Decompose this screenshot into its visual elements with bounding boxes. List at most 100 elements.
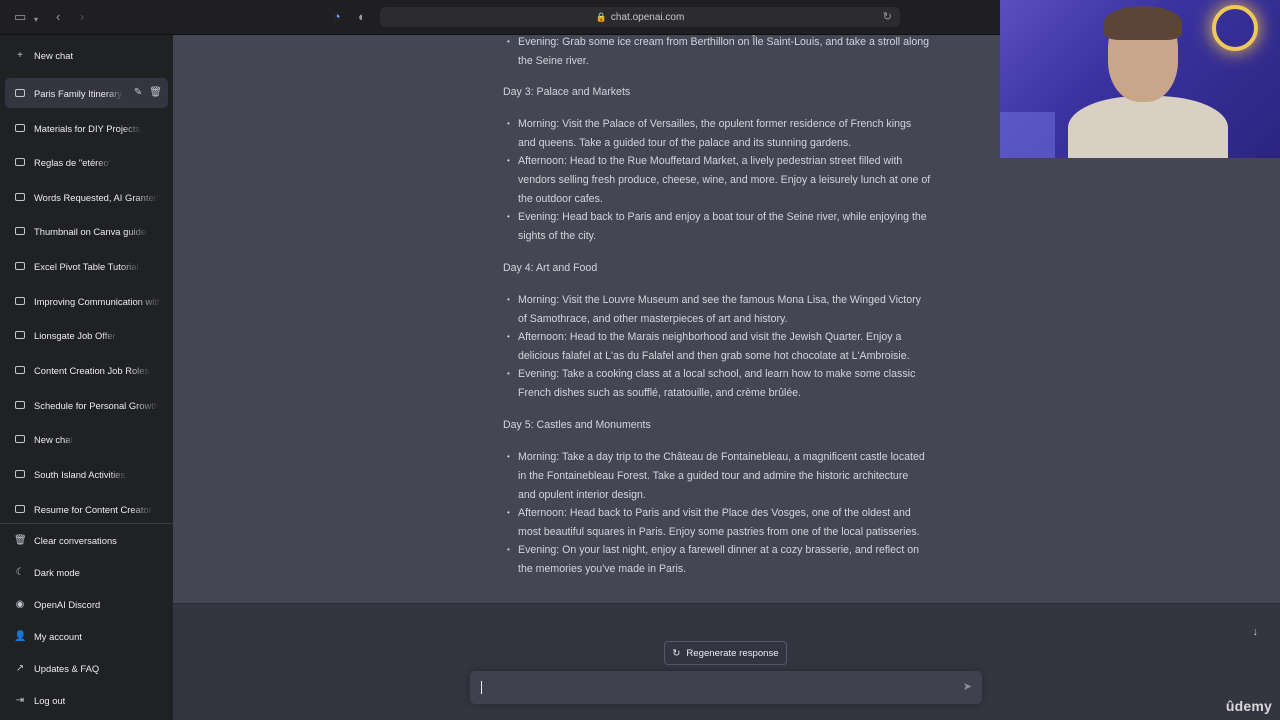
- conversation-item[interactable]: Schedule for Personal Growth: [5, 390, 168, 420]
- chat-icon: [14, 226, 26, 237]
- clear-conversations-label: Clear conversations: [34, 534, 117, 546]
- log-out-label: Log out: [34, 694, 66, 706]
- regenerate-response-button[interactable]: ↻ Regenerate response: [664, 641, 787, 665]
- trash-icon[interactable]: 🗑: [149, 87, 162, 98]
- day-heading: Day 5: Castles and Monuments: [503, 419, 651, 431]
- dark-mode-label: Dark mode: [34, 566, 80, 578]
- text-line: the Seine river.: [518, 54, 589, 67]
- bullet-item: Morning: Visit the Louvre Museum and see…: [507, 291, 943, 329]
- text-line: Evening: Head back to Paris and enjoy a …: [518, 211, 927, 223]
- conversation-label: South Island Activities.: [34, 468, 128, 480]
- text-line: Afternoon: Head to the Marais neighborho…: [518, 331, 902, 343]
- logout-icon: ⇥: [15, 694, 25, 706]
- text-line: Morning: Visit the Palace of Versailles,…: [518, 118, 912, 130]
- conversation-item[interactable]: Materials for DIY Projects.: [5, 113, 168, 143]
- trash-icon: 🗑: [14, 534, 27, 546]
- text-line: Evening: Take a cooking class at a local…: [518, 368, 916, 380]
- my-account-label: My account: [34, 630, 82, 642]
- bullet-item: Morning: Take a day trip to the Château …: [507, 448, 943, 504]
- chat-icon: [14, 504, 26, 515]
- conversation-item[interactable]: Thumbnail on Canva guide.: [5, 216, 168, 246]
- chat-icon: [14, 469, 26, 480]
- updates-faq-link[interactable]: ↗ Updates & FAQ: [5, 653, 168, 683]
- chat-icon: [14, 400, 26, 411]
- text-line: delicious falafel at L'as du Falafel and…: [518, 349, 910, 362]
- dark-mode-button[interactable]: ☾ Dark mode: [5, 557, 168, 587]
- presenter-body: [1068, 96, 1228, 158]
- ring-lamp: [1212, 5, 1258, 51]
- text-line: Afternoon: Head to the Rue Mouffetard Ma…: [518, 155, 903, 167]
- bullet-item: Evening: Head back to Paris and enjoy a …: [507, 208, 943, 246]
- new-chat-label: New chat: [34, 49, 74, 61]
- shield-icon[interactable]: ◐: [358, 10, 366, 24]
- bullet-item: Evening: Grab some ice cream from Berthi…: [507, 35, 943, 71]
- forward-icon[interactable]: ›: [80, 10, 84, 24]
- text-line: vendors selling fresh produce, cheese, w…: [518, 173, 931, 186]
- plus-icon: +: [17, 49, 23, 61]
- text-caret: [481, 681, 482, 694]
- conversation-item-paris[interactable]: Paris Family Itinerary. ✎ 🗑: [5, 78, 168, 108]
- chevron-down-icon[interactable]: ▾: [34, 13, 38, 27]
- text-line: Evening: On your last night, enjoy a far…: [518, 544, 920, 556]
- send-icon[interactable]: ➤: [963, 680, 972, 693]
- chat-icon: [14, 192, 26, 203]
- sidebar-toggle-icon[interactable]: ▭: [14, 10, 26, 24]
- text-line: Evening: Grab some ice cream from Berthi…: [518, 36, 930, 48]
- conversation-item[interactable]: New chat: [5, 424, 168, 454]
- back-icon[interactable]: ‹: [56, 10, 60, 24]
- conversation-label: Content Creation Job Roles.: [34, 364, 152, 376]
- conversation-label: Words Requested, AI Granted: [34, 191, 159, 203]
- text-line: Morning: Visit the Louvre Museum and see…: [518, 294, 921, 306]
- composer-area: ↓ ↻ Regenerate response ➤ ûdemy: [173, 603, 1280, 720]
- extension-icon[interactable]: ◔: [333, 10, 341, 24]
- edit-icon[interactable]: ✎: [134, 87, 142, 98]
- conversation-item[interactable]: Resume for Content Creator.: [5, 494, 168, 524]
- day-heading: Day 4: Art and Food: [503, 262, 598, 274]
- conversation-label: Paris Family Itinerary.: [34, 87, 124, 99]
- message-input[interactable]: ➤: [470, 671, 982, 704]
- bullet-item: Afternoon: Head back to Paris and visit …: [507, 504, 943, 542]
- chat-icon: [14, 88, 26, 99]
- conversation-label: New chat: [34, 433, 74, 445]
- conversation-item[interactable]: Content Creation Job Roles.: [5, 355, 168, 385]
- url-text: chat.openai.com: [610, 12, 685, 23]
- bullet-item: Evening: Take a cooking class at a local…: [507, 365, 943, 403]
- chat-icon: [14, 296, 26, 307]
- conversation-label: Thumbnail on Canva guide.: [34, 225, 149, 237]
- conversation-item[interactable]: Reglas de "etéreo": [5, 147, 168, 177]
- text-line: and queens. Take a guided tour of the pa…: [518, 136, 852, 149]
- external-link-icon: ↗: [15, 662, 25, 674]
- conversation-label: Materials for DIY Projects.: [34, 122, 143, 134]
- conversation-item[interactable]: Words Requested, AI Granted: [5, 182, 168, 212]
- new-chat-button[interactable]: + New chat: [5, 40, 168, 70]
- conversation-item[interactable]: South Island Activities.: [5, 459, 168, 489]
- text-line: Morning: Take a day trip to the Château …: [518, 451, 925, 463]
- log-out-button[interactable]: ⇥ Log out: [5, 685, 168, 715]
- conversation-label: Schedule for Personal Growth: [34, 399, 160, 411]
- presenter-hair: [1104, 6, 1182, 40]
- discord-icon: ◉: [15, 598, 25, 610]
- conversation-item[interactable]: Improving Communication with: [5, 286, 168, 316]
- text-line: the outdoor cafes.: [518, 192, 603, 205]
- clear-conversations-button[interactable]: 🗑 Clear conversations: [5, 525, 168, 555]
- lock-icon: 🔒: [595, 12, 607, 22]
- text-line: in the Fontainebleau Forest. Take a guid…: [518, 469, 909, 482]
- chat-icon: [14, 434, 26, 445]
- bullet-item: Afternoon: Head to the Marais neighborho…: [507, 328, 943, 366]
- conversation-label: Reglas de "etéreo": [34, 156, 113, 168]
- scroll-down-icon[interactable]: ↓: [1253, 626, 1259, 638]
- conversation-item[interactable]: Lionsgate Job Offer.: [5, 320, 168, 350]
- conversation-item[interactable]: Excel Pivot Table Tutorial.: [5, 251, 168, 281]
- conversation-label: Excel Pivot Table Tutorial.: [34, 260, 142, 272]
- chat-icon: [14, 365, 26, 376]
- discord-link[interactable]: ◉ OpenAI Discord: [5, 589, 168, 619]
- reload-icon[interactable]: ↻: [883, 7, 892, 27]
- text-line: most beautiful squares in Paris. Enjoy s…: [518, 525, 920, 538]
- webcam-overlay: [1000, 0, 1280, 158]
- moon-icon: ☾: [15, 566, 25, 578]
- text-line: the memories you've made in Paris.: [518, 562, 687, 575]
- background-shelf: [1000, 112, 1055, 158]
- address-bar[interactable]: 🔒 chat.openai.com ↻: [380, 7, 900, 27]
- chat-icon: [14, 123, 26, 134]
- my-account-button[interactable]: 👤 My account: [5, 621, 168, 651]
